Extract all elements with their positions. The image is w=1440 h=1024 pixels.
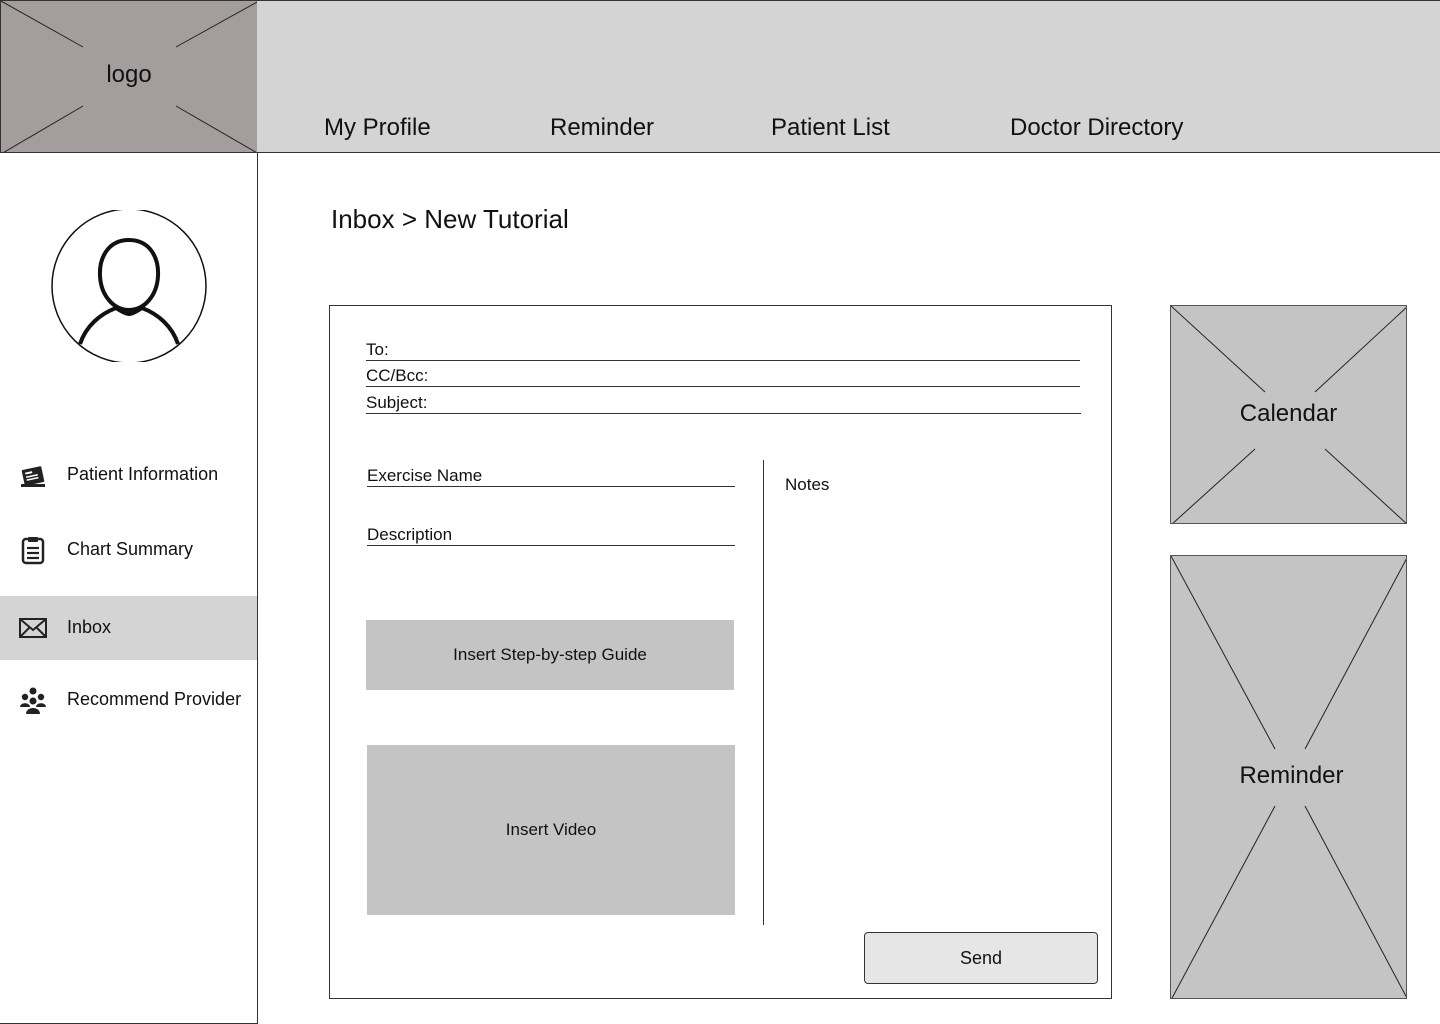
reminder-widget[interactable]: Reminder — [1170, 555, 1407, 999]
sidebar-item-label: Chart Summary — [67, 539, 194, 559]
sidebar-item-recommend-provider[interactable]: Recommend Provider — [0, 668, 257, 732]
send-button[interactable]: Send — [864, 932, 1098, 984]
exercise-name-label: Exercise Name — [367, 466, 483, 485]
insert-video-button[interactable]: Insert Video — [367, 745, 735, 915]
breadcrumb: Inbox > New Tutorial — [331, 204, 569, 234]
description-field[interactable]: Description — [367, 522, 735, 546]
sidebar-item-chart-summary[interactable]: Chart Summary — [0, 518, 257, 582]
notes-area[interactable] — [770, 466, 1100, 921]
sidebar-item-patient-information[interactable]: Patient Information — [0, 443, 257, 507]
id-card-icon — [21, 466, 45, 487]
subject-label: Subject: — [366, 393, 428, 412]
insert-guide-button[interactable]: Insert Step-by-step Guide — [366, 620, 734, 690]
sidebar-item-label: Recommend Provider — [67, 689, 242, 709]
sidebar-item-label: Patient Information — [67, 464, 219, 484]
nav-my-profile[interactable]: My Profile — [324, 114, 431, 142]
calendar-label: Calendar — [1239, 400, 1338, 427]
description-label: Description — [367, 525, 453, 544]
logo-text: logo — [106, 61, 152, 88]
top-navigation-bar: My Profile Reminder Patient List Doctor … — [257, 0, 1440, 153]
sidebar: Patient Information Chart Summary Inbox — [0, 153, 258, 1024]
sidebar-item-label: Inbox — [67, 617, 112, 637]
sidebar-item-inbox[interactable]: Inbox — [0, 596, 257, 660]
subject-field[interactable]: Subject: — [366, 392, 1081, 414]
group-icon — [20, 687, 46, 714]
to-field[interactable]: To: — [366, 339, 1080, 361]
nav-reminder[interactable]: Reminder — [550, 114, 654, 142]
nav-patient-list[interactable]: Patient List — [771, 114, 890, 142]
nav-doctor-directory[interactable]: Doctor Directory — [1010, 114, 1183, 142]
calendar-widget[interactable]: Calendar — [1170, 305, 1407, 524]
clipboard-icon — [21, 537, 45, 565]
to-label: To: — [366, 340, 389, 359]
column-divider — [763, 460, 764, 925]
exercise-name-field[interactable]: Exercise Name — [367, 463, 735, 487]
cc-bcc-label: CC/Bcc: — [366, 366, 429, 385]
tutorial-composer: To: CC/Bcc: Subject: Exercise Name Descr… — [329, 305, 1112, 999]
cc-bcc-field[interactable]: CC/Bcc: — [366, 365, 1080, 387]
reminder-label: Reminder — [1239, 762, 1344, 789]
envelope-icon — [19, 618, 47, 638]
logo-placeholder[interactable]: logo — [0, 0, 258, 153]
user-avatar-icon[interactable] — [50, 210, 208, 362]
